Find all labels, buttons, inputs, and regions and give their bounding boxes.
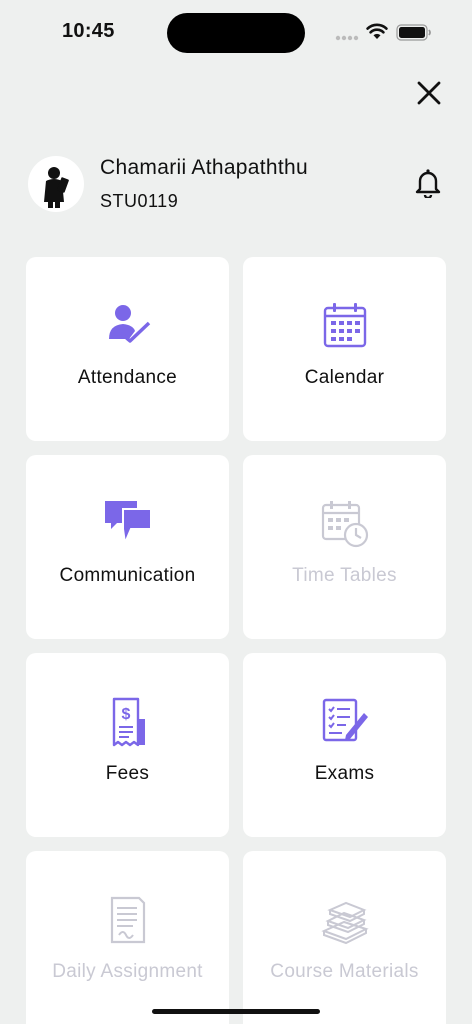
profile-header: Chamarii Athapaththu STU0119 (28, 154, 448, 214)
tile-communication[interactable]: Communication (26, 455, 229, 639)
tile-label: Communication (59, 565, 196, 586)
tile-daily-assignment[interactable]: Daily Assignment (26, 851, 229, 1024)
tile-label: Daily Assignment (52, 961, 203, 982)
tile-label: Attendance (77, 367, 178, 388)
timetable-icon (321, 501, 369, 548)
calendar-icon (323, 303, 367, 348)
exam-icon (322, 698, 368, 742)
tile-label: Calendar (304, 367, 385, 388)
books-icon (321, 901, 369, 945)
tile-attendance[interactable]: Attendance (26, 257, 229, 441)
tile-exams[interactable]: Exams (243, 653, 446, 837)
chat-icon (105, 501, 152, 547)
assignment-icon (110, 896, 146, 944)
tile-time-tables[interactable]: Time Tables (243, 455, 446, 639)
student-name: Chamarii Athapaththu (100, 156, 308, 179)
student-avatar-icon (44, 167, 69, 208)
attendance-icon (109, 305, 151, 343)
tile-fees[interactable]: $ Fees (26, 653, 229, 837)
notification-bell-icon[interactable] (414, 168, 442, 198)
status-time: 10:45 (62, 20, 115, 42)
student-id: STU0119 (100, 191, 179, 211)
close-icon[interactable] (414, 78, 444, 108)
tile-label: Fees (105, 763, 150, 784)
tile-label: Time Tables (292, 565, 397, 586)
avatar[interactable] (28, 156, 84, 212)
tile-label: Course Materials (270, 961, 419, 982)
tile-calendar[interactable]: Calendar (243, 257, 446, 441)
home-indicator (152, 1009, 320, 1014)
tile-course-materials[interactable]: Course Materials (243, 851, 446, 1024)
dynamic-island (167, 13, 305, 53)
cellular-signal-icon (335, 35, 359, 41)
wifi-icon (366, 23, 388, 39)
tile-label: Exams (314, 763, 375, 784)
status-bar: 10:45 (0, 0, 472, 60)
receipt-icon: $ (112, 697, 145, 747)
svg-text:$: $ (122, 706, 131, 723)
battery-icon (396, 24, 431, 41)
